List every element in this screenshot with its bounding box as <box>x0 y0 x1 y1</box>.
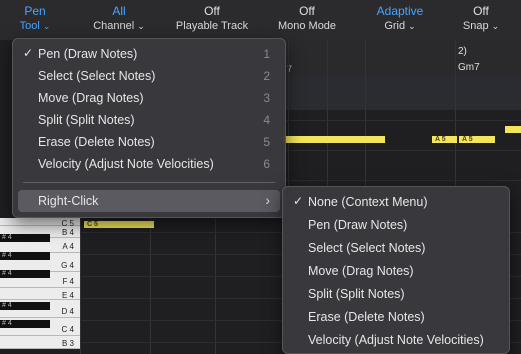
mono-value: Off <box>299 4 315 18</box>
grid-button[interactable]: Adaptive Grid ⌄ <box>362 0 438 40</box>
menu-item-move[interactable]: Move (Drag Notes) 3 <box>18 87 280 109</box>
pen-tool-label: Tool ⌄ <box>19 20 51 32</box>
mono-label: Mono Mode <box>277 20 337 32</box>
tool-menu: ✓ Pen (Draw Notes) 1 Select (Select Note… <box>12 38 286 218</box>
snap-value: Off <box>473 4 489 18</box>
menu-item-velocity[interactable]: Velocity (Adjust Note Velocities) 6 <box>18 153 280 175</box>
playable-value: Off <box>204 4 220 18</box>
checkmark-icon: ✓ <box>23 46 34 60</box>
piano-black-key[interactable]: # 4 <box>0 252 50 260</box>
toolbar: Pen Tool ⌄ All Channel ⌄ Off Playable Trac… <box>0 0 521 41</box>
mono-mode-button[interactable]: Off Mono Mode <box>268 0 346 40</box>
channel-button[interactable]: All Channel ⌄ <box>84 0 154 40</box>
midi-note[interactable]: A 5 <box>459 136 495 143</box>
piano-black-key[interactable]: # 4 <box>0 270 50 278</box>
chevron-right-icon: › <box>265 192 270 208</box>
menu-item-pen[interactable]: ✓ Pen (Draw Notes) 1 <box>18 43 280 65</box>
grid-label: Grid ⌄ <box>384 20 416 32</box>
channel-label: Channel ⌄ <box>93 20 145 32</box>
chevron-down-icon: ⌄ <box>408 21 416 31</box>
pen-tool-button[interactable]: Pen Tool ⌄ <box>0 0 70 40</box>
submenu-item-split[interactable]: Split (Split Notes) <box>288 283 504 305</box>
midi-note[interactable] <box>283 136 385 143</box>
submenu-item-none[interactable]: ✓ None (Context Menu) <box>288 191 504 213</box>
checkmark-icon: ✓ <box>293 194 304 208</box>
bar-number: 2) <box>458 46 467 57</box>
menu-item-select[interactable]: Select (Select Notes) 2 <box>18 65 280 87</box>
menu-separator <box>23 182 275 183</box>
piano-key[interactable]: B 3 <box>0 338 80 349</box>
chord-label: Gm7 <box>458 62 480 73</box>
midi-note[interactable] <box>505 126 521 133</box>
piano-black-key[interactable]: # 4 <box>0 234 50 242</box>
playable-label: Playable Track <box>175 20 249 32</box>
right-click-submenu: ✓ None (Context Menu) Pen (Draw Notes) S… <box>282 186 510 354</box>
menu-item-split[interactable]: Split (Split Notes) 4 <box>18 109 280 131</box>
snap-label: Snap ⌄ <box>462 20 500 32</box>
piano-black-key[interactable]: # 4 <box>0 302 50 310</box>
channel-value: All <box>112 4 126 18</box>
pen-tool-value: Pen <box>24 4 46 18</box>
submenu-item-select[interactable]: Select (Select Notes) <box>288 237 504 259</box>
chord-region <box>285 76 521 110</box>
menu-item-erase[interactable]: Erase (Delete Notes) 5 <box>18 131 280 153</box>
piano-key[interactable]: E 4 <box>0 290 80 300</box>
piano-key[interactable]: C 5 <box>0 218 80 228</box>
chevron-down-icon: ⌄ <box>137 21 145 31</box>
snap-button[interactable]: Off Snap ⌄ <box>448 0 514 40</box>
grid-value: Adaptive <box>376 4 424 18</box>
submenu-item-erase[interactable]: Erase (Delete Notes) <box>288 306 504 328</box>
submenu-item-move[interactable]: Move (Drag Notes) <box>288 260 504 282</box>
chevron-down-icon: ⌄ <box>42 21 51 31</box>
midi-note[interactable]: A 5 <box>432 136 457 143</box>
piano-black-key[interactable]: # 4 <box>0 320 50 328</box>
midi-note[interactable]: C 5 <box>84 221 154 228</box>
chevron-down-icon: ⌄ <box>491 21 500 31</box>
piano-keyboard[interactable]: C 5 B 4 A 4 G 4 F 4 E 4 D 4 C 4 B 3 # 4 … <box>0 218 80 349</box>
playable-track-button[interactable]: Off Playable Track <box>166 0 258 40</box>
submenu-item-velocity[interactable]: Velocity (Adjust Note Velocities) <box>288 329 504 351</box>
menu-item-right-click[interactable]: Right-Click › <box>18 190 280 212</box>
submenu-item-pen[interactable]: Pen (Draw Notes) <box>288 214 504 236</box>
